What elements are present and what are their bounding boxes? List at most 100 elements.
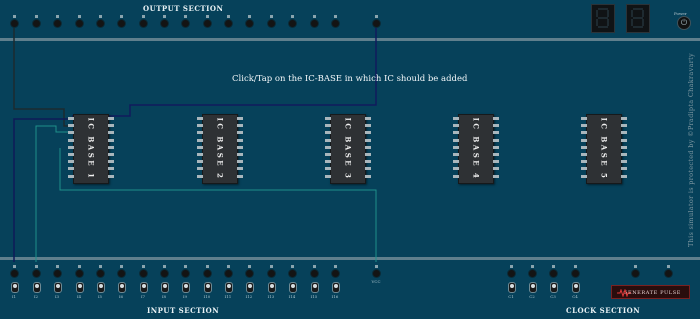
input-pin-13[interactable] (268, 270, 275, 277)
ic-pin (325, 124, 331, 128)
clock-pin-1[interactable] (508, 270, 515, 277)
input-label-4: I4 (76, 294, 82, 299)
input-pin-9[interactable] (182, 270, 189, 277)
ic-pin (197, 138, 203, 142)
input-toggle-10[interactable] (204, 282, 212, 293)
input-pin-8[interactable] (161, 270, 168, 277)
ic-pin (365, 174, 371, 178)
output-pin-11[interactable] (225, 20, 232, 27)
output-pin-1[interactable] (11, 20, 18, 27)
ic-pin (197, 124, 203, 128)
output-pin-5[interactable] (97, 20, 104, 27)
ic-base-5[interactable]: IC BASE 5 (581, 114, 627, 184)
input-pin-11[interactable] (225, 270, 232, 277)
clock-toggle-1[interactable] (508, 282, 516, 293)
ic-pin (237, 153, 243, 156)
input-toggle-1[interactable] (11, 282, 19, 293)
ic-pin (365, 167, 371, 171)
ic-base-3[interactable]: IC BASE 3 (325, 114, 371, 184)
input-toggle-12[interactable] (246, 282, 254, 293)
input-pin-7[interactable] (140, 270, 147, 277)
input-toggle-2[interactable] (33, 282, 41, 293)
ic-pin (68, 160, 74, 164)
output-pin-3[interactable] (54, 20, 61, 27)
toggle-knob (248, 284, 252, 288)
ic-pin (621, 131, 627, 135)
clock-pin-3[interactable] (550, 270, 557, 277)
ic-pin (365, 138, 371, 142)
ic-pin (108, 124, 114, 128)
input-pin-6[interactable] (118, 270, 125, 277)
input-pin-10[interactable] (204, 270, 211, 277)
ic-pin (453, 138, 459, 142)
input-toggle-11[interactable] (225, 282, 233, 293)
output-mini-contact (99, 15, 102, 18)
input-pin-5[interactable] (97, 270, 104, 277)
clock-label-1: C1 (508, 294, 514, 299)
input-pin-14[interactable] (289, 270, 296, 277)
input-toggle-4[interactable] (76, 282, 84, 293)
clock-toggle-4[interactable] (572, 282, 580, 293)
ic-pin (621, 174, 627, 178)
ic-pin (68, 138, 74, 142)
input-toggle-13[interactable] (268, 282, 276, 293)
output-pin-16[interactable] (332, 20, 339, 27)
ic-pin (453, 124, 459, 128)
instruction-text: Click/Tap on the IC-BASE in which IC sho… (232, 74, 468, 84)
input-toggle-6[interactable] (118, 282, 126, 293)
input-toggle-7[interactable] (140, 282, 148, 293)
ic-base-1[interactable]: IC BASE 1 (68, 114, 114, 184)
clock-out-pin-2[interactable] (665, 270, 672, 277)
vcc-pin[interactable] (373, 270, 380, 277)
clock-toggle-3[interactable] (550, 282, 558, 293)
output-pin-4[interactable] (76, 20, 83, 27)
input-pin-1[interactable] (11, 270, 18, 277)
output-pin-12[interactable] (246, 20, 253, 27)
output-pin-15[interactable] (311, 20, 318, 27)
output-pin-10[interactable] (204, 20, 211, 27)
output-pin-9[interactable] (182, 20, 189, 27)
output-pin-17[interactable] (373, 20, 380, 27)
clock-toggle-2[interactable] (529, 282, 537, 293)
power-button[interactable]: ⏻ (677, 16, 691, 30)
ic-base-4[interactable]: IC BASE 4 (453, 114, 499, 184)
output-mini-contact (163, 15, 166, 18)
ic-pin (493, 124, 499, 128)
input-toggle-15[interactable] (311, 282, 319, 293)
ic-base-2[interactable]: IC BASE 2 (197, 114, 243, 184)
input-label-3: I3 (54, 294, 60, 299)
input-mini-contact (56, 265, 59, 268)
output-pin-7[interactable] (140, 20, 147, 27)
output-pin-8[interactable] (161, 20, 168, 27)
ic-pin (365, 131, 371, 135)
output-pin-6[interactable] (118, 20, 125, 27)
input-pin-12[interactable] (246, 270, 253, 277)
clock-pin-2[interactable] (529, 270, 536, 277)
input-pin-3[interactable] (54, 270, 61, 277)
input-label-12: I12 (245, 294, 253, 299)
input-toggle-16[interactable] (332, 282, 340, 293)
input-toggle-8[interactable] (161, 282, 169, 293)
toggle-knob (142, 284, 146, 288)
input-toggle-9[interactable] (182, 282, 190, 293)
toggle-knob (574, 284, 578, 288)
output-mini-contact (13, 15, 16, 18)
ic-pin (108, 117, 114, 120)
input-pin-15[interactable] (311, 270, 318, 277)
output-pin-14[interactable] (289, 20, 296, 27)
input-toggle-3[interactable] (54, 282, 62, 293)
clock-out-pin-1[interactable] (632, 270, 639, 277)
generate-pulse-button[interactable]: GENERATE PULSE (611, 285, 690, 299)
ic-pin (108, 153, 114, 156)
input-toggle-5[interactable] (97, 282, 105, 293)
ic-pin (237, 174, 243, 178)
output-pin-2[interactable] (33, 20, 40, 27)
input-pin-4[interactable] (76, 270, 83, 277)
input-pin-16[interactable] (332, 270, 339, 277)
clock-pin-4[interactable] (572, 270, 579, 277)
clock-mini-contact (531, 265, 534, 268)
output-pin-13[interactable] (268, 20, 275, 27)
input-pin-2[interactable] (33, 270, 40, 277)
input-toggle-14[interactable] (289, 282, 297, 293)
input-mini-contact (184, 265, 187, 268)
